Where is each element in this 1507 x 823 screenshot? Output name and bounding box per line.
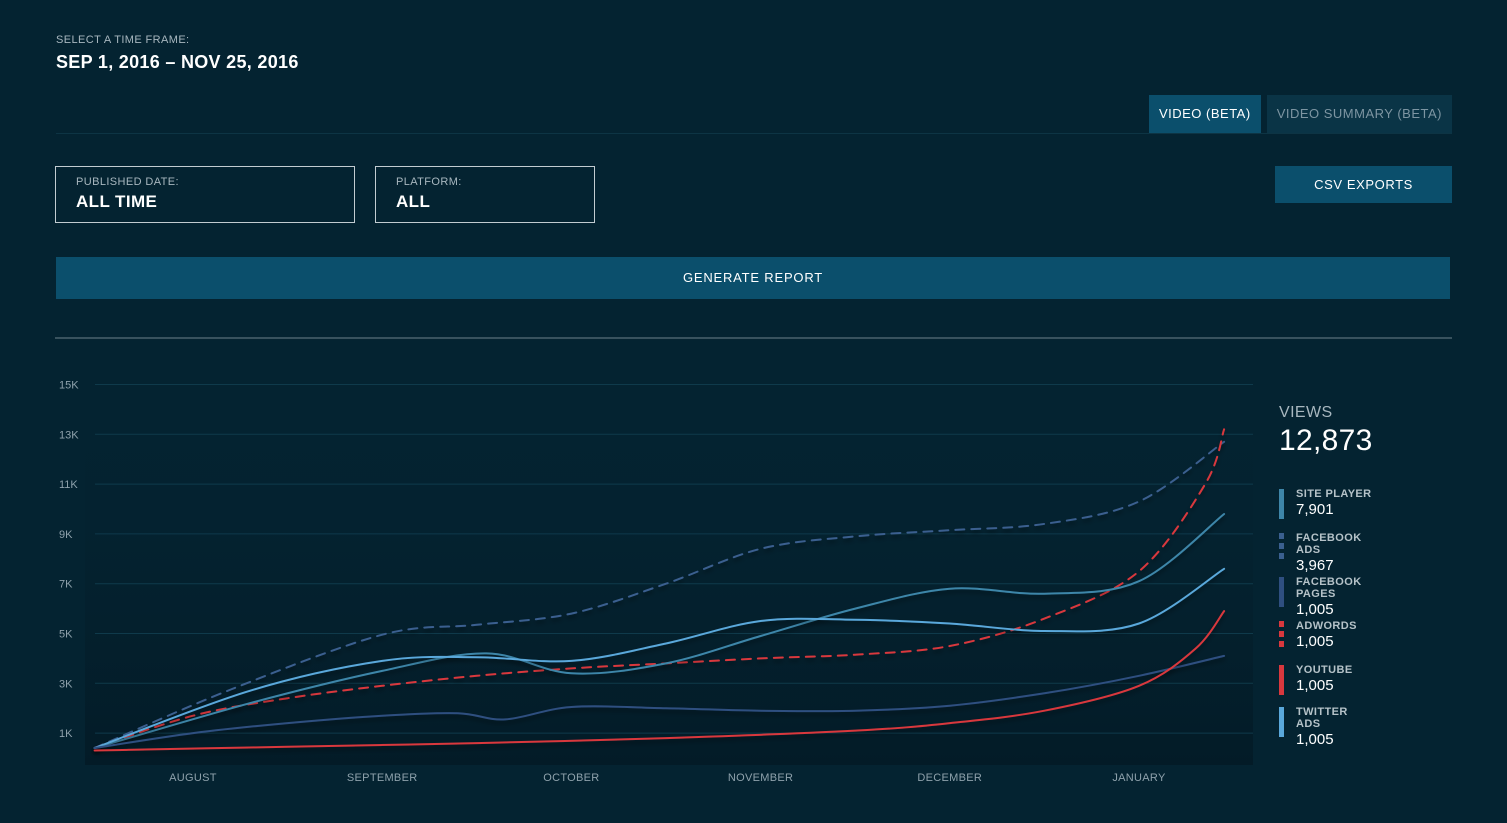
legend-swatch (1279, 533, 1284, 563)
legend-item-value: 1,005 (1296, 601, 1334, 618)
y-tick-label: 11K (59, 479, 78, 491)
y-tick-label: 3K (59, 678, 73, 690)
legend-title: VIEWS (1279, 404, 1333, 421)
legend-item-site-player[interactable]: SITE PLAYER 7,901 (1279, 488, 1372, 519)
y-tick-label: 7K (59, 579, 73, 591)
x-tick-label: OCTOBER (543, 772, 599, 784)
analytics-dashboard: SELECT A TIME FRAME: SEP 1, 2016 – NOV 2… (0, 0, 1507, 823)
x-tick-label: SEPTEMBER (347, 772, 418, 784)
legend-item-name: SITE PLAYER (1296, 488, 1372, 500)
legend-item-name: FACEBOOK PAGES (1296, 576, 1362, 600)
legend-item-name: YOUTUBE (1296, 664, 1353, 676)
legend-item-value: 7,901 (1296, 501, 1334, 518)
x-tick-label: AUGUST (169, 772, 217, 784)
legend-swatch (1279, 489, 1284, 519)
x-tick-label: NOVEMBER (728, 772, 793, 784)
legend-swatch (1279, 621, 1284, 651)
x-tick-label: JANUARY (1112, 772, 1166, 784)
legend-item-value: 1,005 (1296, 633, 1334, 650)
x-tick-label: DECEMBER (917, 772, 982, 784)
legend-total-views: 12,873 (1279, 424, 1373, 457)
legend-item-adwords[interactable]: ADWORDS 1,005 (1279, 620, 1357, 651)
legend-item-value: 1,005 (1296, 677, 1334, 694)
y-tick-label: 15K (59, 380, 79, 392)
legend-swatch (1279, 665, 1284, 695)
legend-item-twitter-ads[interactable]: TWITTER ADS 1,005 (1279, 706, 1373, 748)
legend-item-youtube[interactable]: YOUTUBE 1,005 (1279, 664, 1353, 695)
legend-item-name: TWITTER ADS (1296, 706, 1348, 730)
chart-y-axis: 1K 3K 5K 7K 9K 11K 13K 15K (59, 380, 79, 741)
y-tick-label: 5K (59, 629, 73, 641)
legend-item-value: 1,005 (1296, 731, 1334, 748)
legend-item-facebook-ads[interactable]: FACEBOOK ADS 3,967 (1279, 532, 1373, 574)
legend-item-name: FACEBOOK ADS (1296, 532, 1362, 556)
legend-swatch (1279, 707, 1284, 737)
y-tick-label: 9K (59, 529, 73, 541)
chart-x-axis: AUGUST SEPTEMBER OCTOBER NOVEMBER DECEMBER JA… (169, 772, 1166, 784)
legend-item-facebook-pages[interactable]: FACEBOOK PAGES 1,005 (1279, 576, 1373, 618)
y-tick-label: 13K (59, 429, 79, 441)
y-tick-label: 1K (59, 728, 73, 740)
chart-legend: VIEWS 12,873 SITE PLAYER 7,901 FACEBOOK … (1279, 404, 1373, 748)
legend-item-value: 3,967 (1296, 557, 1334, 574)
legend-item-name: ADWORDS (1296, 620, 1357, 632)
legend-swatch (1279, 577, 1284, 607)
